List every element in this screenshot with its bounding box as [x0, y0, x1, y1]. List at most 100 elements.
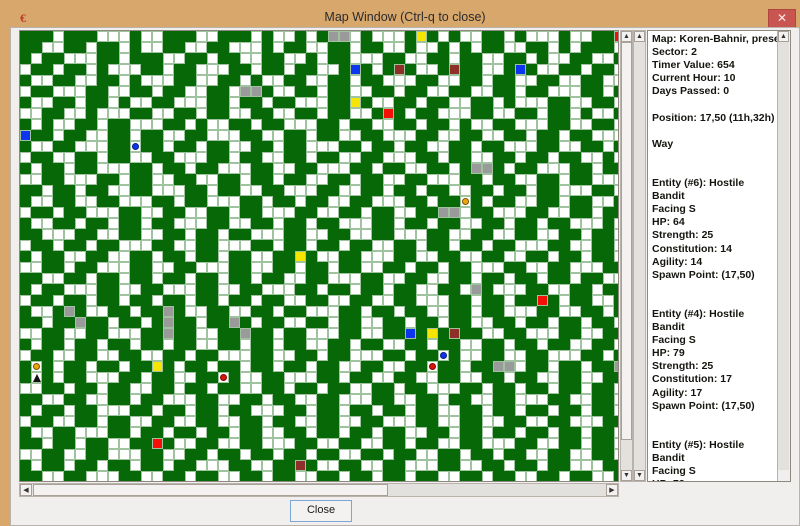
map-tile-floor[interactable]	[284, 108, 295, 119]
map-tile-floor[interactable]	[570, 306, 581, 317]
map-tile-floor[interactable]	[394, 207, 405, 218]
map-tile-floor[interactable]	[108, 251, 119, 262]
map-tile-floor[interactable]	[405, 394, 416, 405]
map-tile-floor[interactable]	[130, 306, 141, 317]
map-tile-floor[interactable]	[196, 42, 207, 53]
map-tile-floor[interactable]	[383, 295, 394, 306]
map-tile-floor[interactable]	[75, 97, 86, 108]
map-tile-floor[interactable]	[570, 416, 581, 427]
map-tile-floor[interactable]	[383, 273, 394, 284]
map-tile-floor[interactable]	[526, 174, 537, 185]
map-tile-grey[interactable]	[251, 86, 262, 97]
map-tile-blue[interactable]	[405, 328, 416, 339]
map-tile-floor[interactable]	[119, 108, 130, 119]
map-tile-floor[interactable]	[273, 75, 284, 86]
map-tile-grey[interactable]	[449, 207, 460, 218]
map-tile-floor[interactable]	[174, 361, 185, 372]
map-tile-floor[interactable]	[339, 405, 350, 416]
map-tile-floor[interactable]	[284, 372, 295, 383]
map-tile-floor[interactable]	[240, 42, 251, 53]
map-tile-floor[interactable]	[416, 53, 427, 64]
map-tile-floor[interactable]	[284, 163, 295, 174]
map-tile-floor[interactable]	[240, 372, 251, 383]
map-tile-floor[interactable]	[53, 361, 64, 372]
map-tile-floor[interactable]	[53, 207, 64, 218]
map-tile-floor[interactable]	[42, 141, 53, 152]
map-tile-floor[interactable]	[361, 394, 372, 405]
map-tile-floor[interactable]	[31, 119, 42, 130]
map-tile-floor[interactable]	[515, 405, 526, 416]
map-tile-floor[interactable]	[515, 350, 526, 361]
map-tile-floor[interactable]	[548, 64, 559, 75]
npc-marker-blue-icon[interactable]	[440, 352, 447, 359]
map-tile-floor[interactable]	[581, 460, 592, 471]
map-tile-floor[interactable]	[108, 97, 119, 108]
map-tile-floor[interactable]	[317, 75, 328, 86]
map-tile-floor[interactable]	[438, 405, 449, 416]
map-tile-floor[interactable]	[42, 317, 53, 328]
map-tile-floor[interactable]	[614, 119, 618, 130]
map-tile-floor[interactable]	[240, 383, 251, 394]
map-tile-floor[interactable]	[405, 130, 416, 141]
map-tile-yellow[interactable]	[350, 97, 361, 108]
map-tile-floor[interactable]	[405, 163, 416, 174]
map-tile-floor[interactable]	[262, 460, 273, 471]
map-tile-floor[interactable]	[350, 229, 361, 240]
map-tile-floor[interactable]	[273, 328, 284, 339]
map-tile-floor[interactable]	[614, 405, 618, 416]
map-tile-floor[interactable]	[592, 284, 603, 295]
map-tile-floor[interactable]	[361, 317, 372, 328]
map-tile-floor[interactable]	[152, 273, 163, 284]
map-tile-floor[interactable]	[218, 119, 229, 130]
npc-marker-orange-icon[interactable]	[462, 198, 469, 205]
map-tile-floor[interactable]	[119, 240, 130, 251]
map-tile-floor[interactable]	[471, 42, 482, 53]
map-tile-floor[interactable]	[416, 229, 427, 240]
map-tile-floor[interactable]	[438, 416, 449, 427]
map-tile-floor[interactable]	[482, 174, 493, 185]
map-tile-floor[interactable]	[405, 350, 416, 361]
map-tile-floor[interactable]	[64, 229, 75, 240]
map-tile-floor[interactable]	[31, 262, 42, 273]
map-tile-floor[interactable]	[416, 251, 427, 262]
map-tile-floor[interactable]	[185, 218, 196, 229]
map-tile-floor[interactable]	[218, 64, 229, 75]
map-tile-floor[interactable]	[86, 361, 97, 372]
map-tile-floor[interactable]	[339, 449, 350, 460]
map-tile-floor[interactable]	[570, 86, 581, 97]
map-tile-floor[interactable]	[372, 350, 383, 361]
map-tile-floor[interactable]	[427, 218, 438, 229]
map-tile-floor[interactable]	[240, 163, 251, 174]
map-tile-grey[interactable]	[328, 31, 339, 42]
map-tile-floor[interactable]	[64, 383, 75, 394]
map-tile-floor[interactable]	[361, 108, 372, 119]
map-tile-floor[interactable]	[97, 130, 108, 141]
map-tile-floor[interactable]	[537, 108, 548, 119]
map-tile-floor[interactable]	[504, 460, 515, 471]
map-tile-floor[interactable]	[306, 229, 317, 240]
map-tile-floor[interactable]	[284, 284, 295, 295]
map-tile-floor[interactable]	[53, 350, 64, 361]
map-tile-floor[interactable]	[526, 75, 537, 86]
map-tile-floor[interactable]	[240, 449, 251, 460]
map-tile-floor[interactable]	[581, 449, 592, 460]
map-tile-floor[interactable]	[592, 196, 603, 207]
map-tile-floor[interactable]	[361, 460, 372, 471]
map-tile-floor[interactable]	[306, 405, 317, 416]
map-tile-floor[interactable]	[592, 163, 603, 174]
map-tile-floor[interactable]	[427, 284, 438, 295]
map-tile-floor[interactable]	[273, 207, 284, 218]
map-tile-floor[interactable]	[603, 350, 614, 361]
map-tile-floor[interactable]	[383, 372, 394, 383]
map-tile-floor[interactable]	[350, 339, 361, 350]
map-tile-floor[interactable]	[207, 119, 218, 130]
map-tile-floor[interactable]	[108, 350, 119, 361]
map-tile-floor[interactable]	[361, 207, 372, 218]
map-tile-floor[interactable]	[581, 119, 592, 130]
map-tile-floor[interactable]	[64, 262, 75, 273]
map-tile-floor[interactable]	[460, 372, 471, 383]
map-tile-floor[interactable]	[64, 86, 75, 97]
map-tile-floor[interactable]	[31, 306, 42, 317]
map-tile-floor[interactable]	[284, 207, 295, 218]
map-tile-floor[interactable]	[273, 405, 284, 416]
